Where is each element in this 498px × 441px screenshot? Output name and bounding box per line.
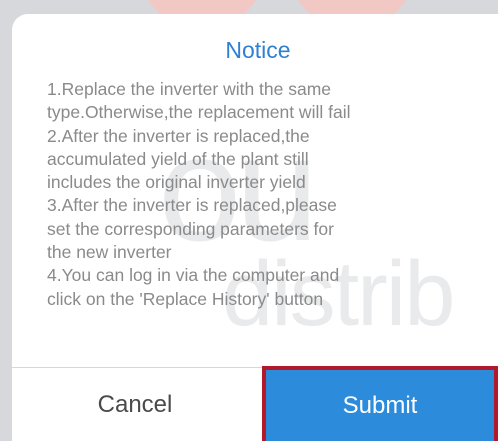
notice-line: click on the 'Replace History' button [47,288,324,309]
notice-line: 2.After the inverter is replaced,the [47,125,310,146]
notice-line: 4.You can log in via the computer and [47,265,340,286]
cancel-button[interactable]: Cancel [12,368,258,441]
notice-line: includes the original inverter yield [47,172,306,193]
dialog-title: Notice [225,37,291,63]
notice-line: set the corresponding parameters for [47,218,334,239]
notice-line: type.Otherwise,the replacement will fail [47,102,351,123]
notice-line: accumulated yield of the plant still [47,148,309,169]
notice-line: 3.After the inverter is replaced,please [47,195,337,216]
notice-dialog: ou distrib Notice 1.Replace the inverter… [12,14,498,441]
notice-line: 1.Replace the inverter with the same [47,79,332,99]
submit-button[interactable]: Submit [262,366,498,441]
notice-line: the new inverter [47,242,172,263]
notice-message: 1.Replace the inverter with the same typ… [47,78,487,311]
